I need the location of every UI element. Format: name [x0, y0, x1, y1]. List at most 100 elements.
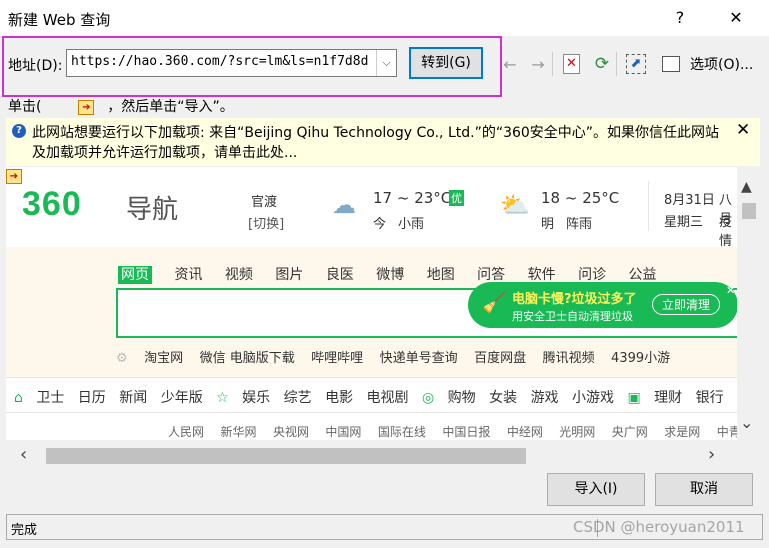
watermark: CSDN @heroyuan2011 — [573, 518, 745, 536]
category-link[interactable]: 银行 — [696, 390, 724, 406]
refresh-icon[interactable]: ⟳ — [592, 54, 612, 74]
search-tabs: 网页 资讯 视频 图片 良医 微博 地图 问答 软件 问诊 公益 — [118, 264, 675, 284]
extra-bottom[interactable]: 疫情 — [719, 211, 737, 249]
tomorrow-desc: 阵雨 — [566, 217, 593, 232]
quick-link[interactable]: 百度网盘 — [474, 351, 526, 366]
tab-qa[interactable]: 问答 — [477, 267, 505, 283]
select-icon[interactable]: ⬈ — [626, 54, 646, 74]
news-link[interactable]: 中经网 — [507, 425, 543, 439]
gear-icon[interactable]: ⚙ — [116, 351, 128, 366]
vertical-scrollbar[interactable]: ▲ ⌄ — [737, 167, 761, 440]
category-link[interactable]: 少年版 — [161, 390, 203, 406]
quick-link[interactable]: 微信 电脑版下载 — [200, 351, 295, 366]
infobar-close-icon[interactable]: ✕ — [736, 120, 750, 140]
news-link[interactable]: 新华网 — [220, 425, 256, 439]
category-link[interactable]: 新闻 — [119, 390, 147, 406]
category-link[interactable]: 游戏 — [531, 390, 559, 406]
page-import-arrow-icon[interactable]: ➔ — [6, 169, 22, 184]
tab-charity[interactable]: 公益 — [629, 267, 657, 283]
address-url-text: https://hao.360.com/?src=lm&ls=n1f7d8d — [71, 54, 369, 69]
news-link[interactable]: 央视网 — [273, 425, 309, 439]
quick-link[interactable]: 哔哩哔哩 — [311, 351, 363, 366]
category-link[interactable]: 卫士 — [36, 390, 64, 406]
quick-link[interactable]: 4399小游 — [611, 351, 670, 366]
horizontal-scrollbar[interactable]: ‹ › — [6, 440, 737, 470]
news-link[interactable]: 求是网 — [664, 425, 700, 439]
quick-link[interactable]: 腾讯视频 — [543, 351, 595, 366]
tab-web[interactable]: 网页 — [118, 266, 152, 284]
cancel-button[interactable]: 取消 — [655, 473, 753, 506]
addon-infobar[interactable]: ? 此网站想要运行以下加载项: 来自“Beijing Qihu Technolo… — [6, 118, 760, 166]
news-link[interactable]: 光明网 — [559, 425, 595, 439]
tab-video[interactable]: 视频 — [225, 267, 253, 283]
scroll-left-icon[interactable]: ‹ — [20, 444, 27, 465]
finance-icon: ▣ — [627, 390, 641, 406]
news-link[interactable]: 中国日报 — [442, 425, 490, 439]
scroll-up-icon[interactable]: ▲ — [741, 179, 752, 195]
quick-links: ⚙ 淘宝网 微信 电脑版下载 哔哩哔哩 快递单号查询 百度网盘 腾讯视频 439… — [116, 347, 682, 366]
category-link[interactable]: 小游戏 — [572, 390, 614, 406]
chevron-down-icon[interactable]: ⌵ — [376, 50, 396, 76]
hint-line: 单击( ➔ ，然后单击“导入”。 — [8, 96, 234, 116]
import-button[interactable]: 导入(I) — [547, 473, 645, 506]
scroll-down-icon[interactable]: ⌄ — [740, 413, 753, 432]
logo-360[interactable]: 360 — [22, 185, 82, 224]
tab-consult[interactable]: 问诊 — [578, 267, 606, 283]
go-button[interactable]: 转到(G) — [409, 47, 483, 79]
tab-weibo[interactable]: 微博 — [376, 267, 404, 283]
news-link[interactable]: 中青网 — [717, 425, 737, 439]
promo-close-icon[interactable]: ✕ — [726, 284, 735, 297]
news-link[interactable]: 中国网 — [325, 425, 361, 439]
category-link[interactable]: 女装 — [489, 390, 517, 406]
broom-icon: 🧹 — [482, 290, 507, 314]
shield-icon: ? — [12, 124, 26, 138]
category-link[interactable]: 娱乐 — [242, 390, 270, 406]
horizontal-scroll-thumb[interactable] — [46, 448, 526, 464]
today-desc: 小雨 — [398, 217, 425, 232]
promo-title: 电脑卡慢?垃圾过多了 — [512, 292, 637, 307]
category-link[interactable]: 综艺 — [284, 390, 312, 406]
category-link[interactable]: 电视剧 — [367, 390, 409, 406]
sun-cloud-icon: ⛅ — [500, 191, 530, 219]
web-view[interactable]: ➔ 360 导航 官渡 [切换] ☁ 17 ~ 23°C 优 今 小雨 ⛅ 18… — [6, 167, 737, 440]
tomorrow-temp: 18 ~ 25°C — [541, 189, 620, 207]
news-link[interactable]: 国际在线 — [378, 425, 426, 439]
category-link[interactable]: 日历 — [78, 390, 106, 406]
shopping-icon: ◎ — [421, 390, 435, 406]
scroll-right-icon[interactable]: › — [708, 444, 715, 465]
tab-news[interactable]: 资讯 — [174, 267, 202, 283]
options-icon[interactable] — [662, 56, 680, 72]
tab-image[interactable]: 图片 — [275, 267, 303, 283]
tab-doctor[interactable]: 良医 — [326, 267, 354, 283]
quick-link[interactable]: 淘宝网 — [144, 351, 183, 366]
promo-banner[interactable]: 🧹 电脑卡慢?垃圾过多了 用安全卫士自动清理垃圾 立即清理 ✕ — [468, 282, 737, 328]
status-text: 完成 — [11, 523, 38, 538]
today-label: 今 — [373, 217, 387, 232]
promo-subtitle: 用安全卫士自动清理垃圾 — [512, 310, 633, 323]
location-switch[interactable]: [切换] — [248, 213, 284, 232]
hint-prefix: 单击( — [8, 99, 42, 115]
category-nav: ⌂ 卫士 日历 新闻 少年版 ☆ 娱乐 综艺 电影 电视剧 ◎ 购物 女装 游戏… — [14, 387, 737, 407]
category-link[interactable]: 电影 — [325, 390, 353, 406]
stop-icon[interactable]: ✕ — [563, 54, 580, 74]
options-button[interactable]: 选项(O)... — [690, 54, 753, 74]
forward-icon[interactable]: → — [528, 55, 548, 74]
date: 8月31日 — [664, 193, 715, 208]
address-label: 地址(D): — [8, 58, 63, 74]
tab-software[interactable]: 软件 — [528, 267, 556, 283]
category-link[interactable]: 购物 — [448, 390, 476, 406]
close-button[interactable]: ✕ — [724, 6, 748, 30]
vertical-scroll-thumb[interactable] — [742, 203, 756, 219]
air-quality-badge: 优 — [449, 190, 464, 206]
infobar-text[interactable]: 此网站想要运行以下加载项: 来自“Beijing Qihu Technology… — [32, 123, 732, 163]
help-button[interactable]: ? — [668, 6, 692, 30]
rain-cloud-icon: ☁ — [332, 191, 356, 219]
back-icon[interactable]: ← — [500, 55, 520, 74]
address-input[interactable]: https://hao.360.com/?src=lm&ls=n1f7d8d ⌵ — [66, 49, 397, 77]
promo-clean-button[interactable]: 立即清理 — [652, 294, 721, 315]
quick-link[interactable]: 快递单号查询 — [380, 351, 458, 366]
news-link[interactable]: 人民网 — [168, 425, 204, 439]
category-link[interactable]: 理财 — [654, 390, 682, 406]
news-link[interactable]: 央广网 — [612, 425, 648, 439]
tab-map[interactable]: 地图 — [427, 267, 455, 283]
